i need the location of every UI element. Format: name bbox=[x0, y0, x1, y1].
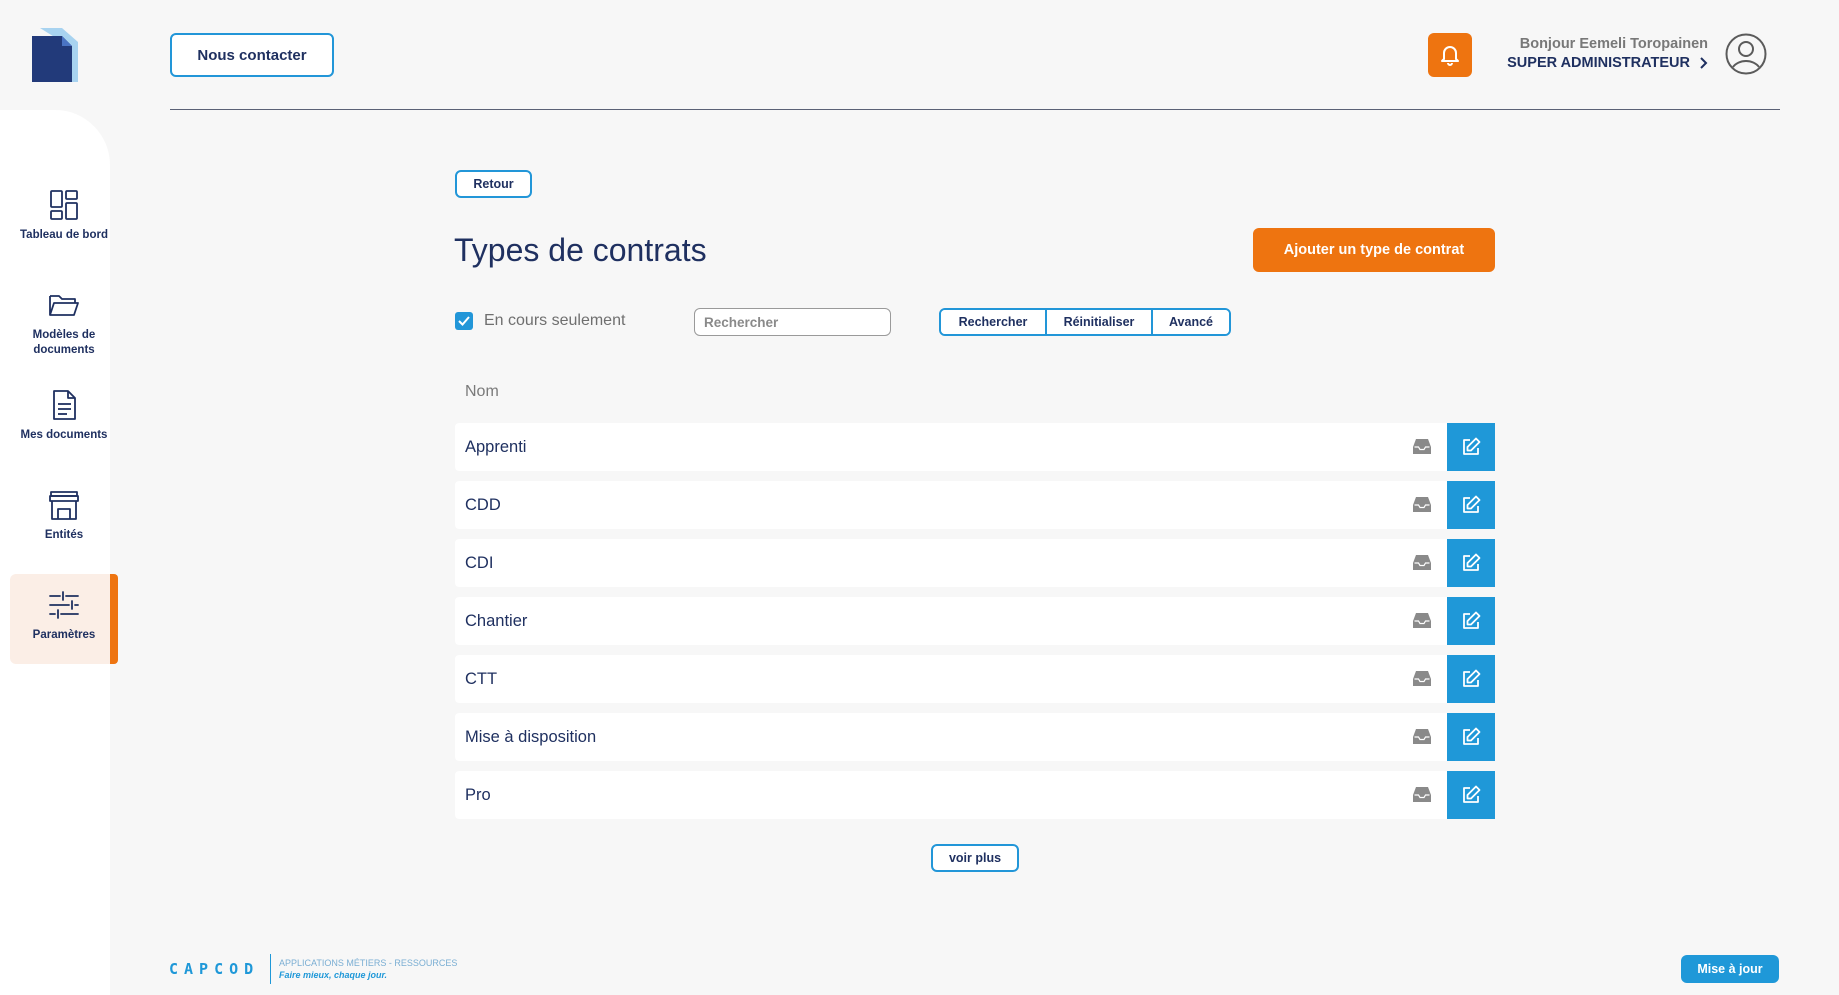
bell-icon bbox=[1441, 46, 1459, 66]
check-icon bbox=[458, 316, 470, 326]
sidebar-item-settings[interactable]: Paramètres bbox=[10, 574, 118, 664]
current-only-label: En cours seulement bbox=[484, 312, 626, 329]
search-button[interactable]: Rechercher bbox=[941, 310, 1045, 334]
edit-icon bbox=[1463, 437, 1481, 455]
footer-divider bbox=[270, 954, 271, 984]
table-row: Mise à disposition bbox=[455, 713, 1495, 761]
edit-icon bbox=[1463, 495, 1481, 513]
sidebar-item-label: Mes documents bbox=[20, 429, 108, 441]
table-row: Pro bbox=[455, 771, 1495, 819]
row-name: CTT bbox=[465, 670, 498, 688]
sidebar-item-label: Tableau de bord bbox=[20, 229, 108, 241]
row-name: Mise à disposition bbox=[465, 728, 597, 746]
edit-button[interactable] bbox=[1447, 713, 1495, 761]
footer-tagline: APPLICATIONS MÉTIERS - RESSOURCES bbox=[279, 958, 458, 968]
advanced-button[interactable]: Avancé bbox=[1151, 310, 1229, 334]
archive-icon[interactable] bbox=[1413, 670, 1431, 687]
sidebar-item-document-templates[interactable]: Modèles de documents bbox=[10, 274, 118, 364]
sliders-icon bbox=[49, 591, 79, 619]
notifications-button[interactable] bbox=[1428, 33, 1472, 77]
edit-icon bbox=[1463, 727, 1481, 745]
user-role: SUPER ADMINISTRATEUR bbox=[1507, 55, 1690, 71]
store-icon bbox=[49, 491, 79, 520]
edit-button[interactable] bbox=[1447, 771, 1495, 819]
edit-button[interactable] bbox=[1447, 597, 1495, 645]
archive-icon[interactable] bbox=[1413, 496, 1431, 513]
edit-button[interactable] bbox=[1447, 423, 1495, 471]
row-name: Chantier bbox=[465, 612, 528, 630]
sidebar-item-label: Modèles de documents bbox=[32, 329, 96, 356]
add-contract-type-button[interactable]: Ajouter un type de contrat bbox=[1253, 228, 1495, 272]
dashboard-icon bbox=[50, 190, 78, 220]
table-row: CDI bbox=[455, 539, 1495, 587]
table-row: CTT bbox=[455, 655, 1495, 703]
edit-icon bbox=[1463, 785, 1481, 803]
current-only-checkbox[interactable] bbox=[455, 312, 473, 330]
archive-icon[interactable] bbox=[1413, 786, 1431, 803]
update-button[interactable]: Mise à jour bbox=[1681, 955, 1779, 983]
back-button[interactable]: Retour bbox=[455, 170, 532, 198]
sidebar-item-entities[interactable]: Entités bbox=[10, 474, 118, 564]
user-role-menu[interactable]: SUPER ADMINISTRATEUR bbox=[1490, 55, 1708, 71]
sidebar-item-dashboard[interactable]: Tableau de bord bbox=[10, 174, 118, 264]
contact-button[interactable]: Nous contacter bbox=[170, 33, 334, 77]
archive-icon[interactable] bbox=[1413, 728, 1431, 745]
table-row: CDD bbox=[455, 481, 1495, 529]
folder-open-icon bbox=[49, 295, 79, 316]
row-name: Pro bbox=[465, 786, 491, 804]
page-title: Types de contrats bbox=[454, 232, 707, 268]
search-input[interactable] bbox=[694, 308, 891, 336]
archive-icon[interactable] bbox=[1413, 554, 1431, 571]
archive-icon[interactable] bbox=[1413, 612, 1431, 629]
app-logo bbox=[32, 28, 78, 82]
document-icon bbox=[53, 390, 76, 420]
edit-icon bbox=[1463, 553, 1481, 571]
contract-types-list: Apprenti CDD CDI Chantier CTT Mise à dis bbox=[455, 423, 1495, 829]
chevron-right-icon bbox=[1700, 57, 1708, 69]
edit-icon bbox=[1463, 669, 1481, 687]
sidebar-item-label: Entités bbox=[44, 529, 84, 541]
edit-button[interactable] bbox=[1447, 481, 1495, 529]
sidebar: Tableau de bord Modèles de documents Mes… bbox=[0, 110, 118, 995]
column-header-name[interactable]: Nom bbox=[465, 383, 499, 401]
row-name: CDI bbox=[465, 554, 494, 572]
footer-slogan: Faire mieux, chaque jour. bbox=[279, 970, 388, 980]
user-avatar-icon[interactable] bbox=[1725, 33, 1767, 75]
archive-icon[interactable] bbox=[1413, 438, 1431, 455]
search-button-group: Rechercher Réinitialiser Avancé bbox=[939, 308, 1231, 336]
row-name: CDD bbox=[465, 496, 501, 514]
reset-button[interactable]: Réinitialiser bbox=[1045, 310, 1151, 334]
edit-button[interactable] bbox=[1447, 539, 1495, 587]
user-greeting: Bonjour Eemeli Toropainen bbox=[1519, 36, 1708, 52]
sidebar-item-my-documents[interactable]: Mes documents bbox=[10, 374, 118, 464]
table-row: Chantier bbox=[455, 597, 1495, 645]
edit-icon bbox=[1463, 611, 1481, 629]
row-name: Apprenti bbox=[465, 438, 527, 456]
footer-brand-logo: CAPCOD bbox=[169, 960, 260, 978]
table-row: Apprenti bbox=[455, 423, 1495, 471]
sidebar-item-label: Paramètres bbox=[32, 629, 96, 641]
load-more-button[interactable]: voir plus bbox=[931, 844, 1019, 872]
header-divider bbox=[170, 109, 1780, 110]
edit-button[interactable] bbox=[1447, 655, 1495, 703]
